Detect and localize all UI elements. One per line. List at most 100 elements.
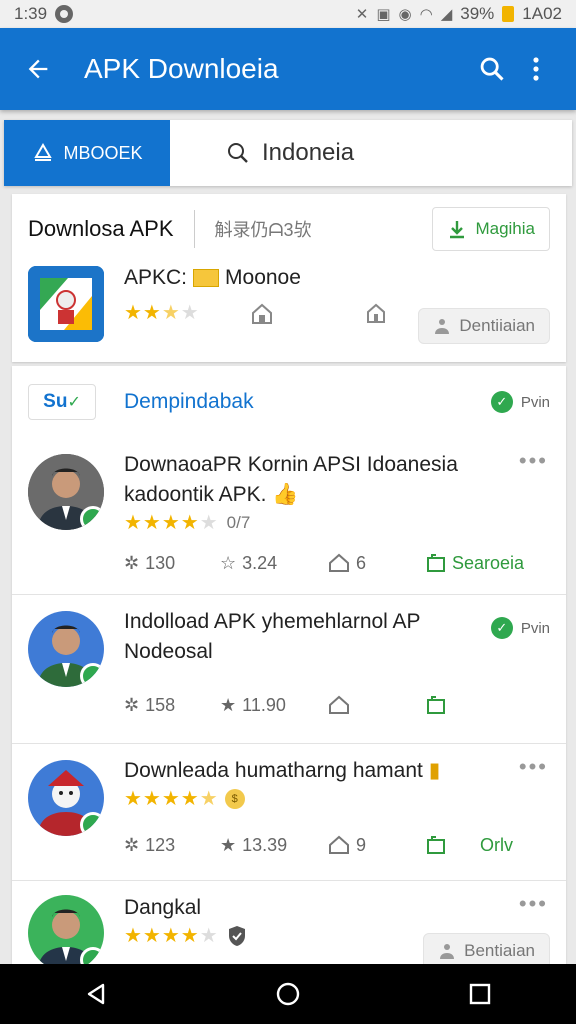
share-icon: ✲ (124, 694, 140, 715)
post-headline: Downleada humatharng hamant ▮ (124, 759, 441, 782)
feed-header: Su ✓ Dempindabak ✓ Pvin (12, 366, 566, 438)
stat-stars[interactable]: ★ 13.39 (220, 835, 328, 856)
post-text: Downleada humatharng hamant ▮ ★★★★★ $ (124, 756, 550, 811)
stat-stars[interactable]: ☆ 3.24 (220, 553, 328, 574)
action-link[interactable]: Searoeia (426, 553, 524, 574)
card-header: Downlosa APK 斛录仍ᗩ3欤 Magihia (12, 194, 566, 264)
avatar (28, 895, 104, 971)
list-item[interactable]: ••• Dangkal ★★★★★ Bentiaian (12, 881, 566, 971)
bag-icon (427, 696, 445, 714)
more-options-button[interactable]: ••• (519, 448, 548, 474)
action-link[interactable]: Orlv (426, 835, 513, 856)
avatar (28, 454, 104, 530)
home-icon (329, 553, 349, 572)
tab-active[interactable]: MBOOEK (4, 120, 170, 186)
overflow-menu-button[interactable] (514, 47, 558, 91)
search-button[interactable] (470, 47, 514, 91)
list-item[interactable]: ••• DownaoaPR Kornin APSI Idoanesia kado… (12, 438, 566, 594)
more-options-button[interactable]: ••• (519, 891, 548, 917)
nav-back-button[interactable] (66, 964, 126, 1024)
star-icon: ★ (220, 694, 237, 715)
check-icon: ✓ (490, 391, 513, 413)
stat-shares[interactable]: ✲ 130 (124, 553, 220, 574)
mute-icon: ✕ (355, 6, 369, 23)
wifi-icon: ◠ (419, 6, 433, 23)
post-stats: ✲ 123 ★ 13.39 9 Orlv (124, 825, 550, 865)
section-badge: Su ✓ (28, 384, 96, 420)
bag-icon (427, 554, 445, 572)
notification-icon (55, 5, 74, 23)
battery-icon (502, 6, 515, 22)
card-subtitle: 斛录仍ᗩ3欤 (214, 220, 312, 240)
stat-shares[interactable]: ✲ 123 (124, 835, 220, 856)
post-headline-2: Nodeosal (124, 640, 213, 663)
tab-search[interactable]: Indoneia (170, 120, 572, 186)
home-icon (251, 303, 272, 324)
star-icon: ★ (220, 834, 237, 855)
stat-home[interactable] (328, 695, 420, 715)
home-icon (329, 695, 349, 714)
action-link[interactable] (426, 695, 446, 715)
back-triangle-icon (87, 983, 105, 1005)
list-item[interactable]: ✓ Pvin Indolload APK yhemehlarnol AP Nod… (12, 595, 566, 743)
stat-home[interactable]: 6 (328, 553, 420, 574)
stat-home[interactable]: 9 (328, 835, 420, 856)
online-badge (80, 812, 104, 836)
rating-text: 0/7 (226, 512, 251, 532)
post-headline: Dangkal (124, 896, 202, 919)
list-item[interactable]: ••• Downleada humatharng hamant ▮ ★★★★★ … (12, 744, 566, 880)
install-button-label: Dentiiaian (459, 316, 535, 335)
back-arrow-icon (28, 59, 48, 79)
signal-icon: ◢ (440, 6, 453, 23)
status-time: 1:39 (14, 4, 48, 23)
post-headline: DownaoaPR Kornin APSI Idoanesia (124, 453, 458, 476)
nav-home-button[interactable] (258, 964, 318, 1024)
share-icon: ✲ (124, 834, 140, 855)
app-bar: APK Downloeia (0, 28, 576, 110)
app-rating-stars: ★★★★ (124, 302, 200, 324)
nav-recents-button[interactable] (450, 964, 510, 1024)
person-icon (435, 319, 450, 334)
post-headline-2: kadoontik APK. 👍 (124, 483, 299, 506)
verified-status: ✓ Pvin (490, 391, 550, 413)
post-rating-stars: ★★★★★ (124, 788, 219, 810)
status-bar: 1:39 ✕ ▣ ◉ ◠ ◢ 39% 1A02 (0, 0, 576, 28)
section-link[interactable]: Dempindabak (124, 390, 491, 414)
coin-icon: $ (224, 788, 245, 809)
home-icon (329, 835, 349, 854)
system-nav-bar (0, 964, 576, 1024)
card-title: Downlosa APK (28, 216, 174, 241)
avatar (28, 611, 104, 687)
home-circle-icon (276, 982, 300, 1006)
badge-icon (193, 269, 220, 287)
feed-card: Su ✓ Dempindabak ✓ Pvin ••• DownaoaPR Kor… (12, 366, 566, 971)
person-icon (440, 944, 455, 959)
install-button[interactable]: Dentiiaian (418, 308, 550, 344)
magihia-chip[interactable]: Magihia (432, 207, 550, 251)
recents-square-icon (469, 983, 491, 1005)
nfc-icon: ▣ (376, 6, 391, 23)
divider (193, 210, 195, 248)
stat-shares[interactable]: ✲ 158 (124, 695, 220, 716)
tab-bar: MBOOEK Indoneia (4, 120, 572, 186)
share-icon: ✲ (124, 552, 140, 573)
download-card: Downlosa APK 斛录仍ᗩ3欤 Magihia APKC: Moonoe (12, 194, 566, 362)
post-stats: ✲ 130 ☆ 3.24 6 Searoeia (124, 543, 550, 583)
more-vert-icon (533, 57, 539, 81)
status-clock: 1A02 (522, 4, 562, 23)
search-icon (228, 143, 248, 163)
check-icon: ✓ (490, 617, 513, 639)
avatar (28, 760, 104, 836)
back-button[interactable] (18, 49, 58, 89)
post-stats: ✲ 158 ★ 11.90 (124, 685, 550, 725)
verified-status: ✓ Pvin (490, 617, 550, 639)
app-row[interactable]: APKC: Moonoe ★★★★ Dentiiaian (12, 264, 566, 356)
online-badge (80, 663, 104, 687)
app-name-line: APKC: Moonoe (124, 266, 550, 290)
search-icon (480, 57, 504, 81)
download-icon (34, 143, 53, 161)
post-text: Indolload APK yhemehlarnol AP Nodeosal (124, 607, 550, 667)
more-options-button[interactable]: ••• (519, 754, 548, 780)
chip-label: Magihia (475, 219, 535, 238)
stat-stars[interactable]: ★ 11.90 (220, 695, 328, 716)
